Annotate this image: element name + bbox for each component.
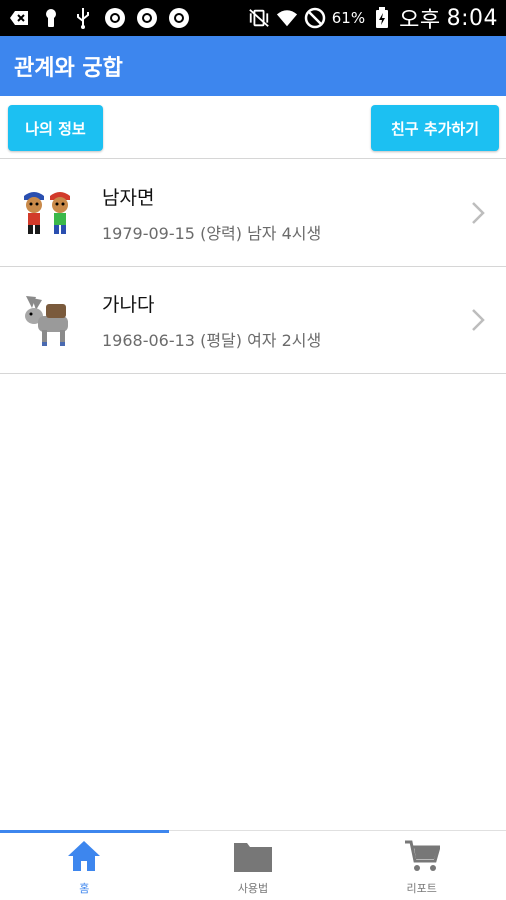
wifi-icon xyxy=(276,7,298,29)
add-friend-button[interactable]: 친구 추가하기 xyxy=(371,105,499,151)
person-info: 남자면 1979-09-15 (양력) 남자 4시생 xyxy=(102,183,321,244)
list-item[interactable]: 가나다 1968-06-13 (평달) 여자 2시생 xyxy=(0,267,506,374)
person-name: 가나다 xyxy=(102,293,155,316)
battery-charging-icon xyxy=(371,7,393,29)
chrome-icon xyxy=(104,7,126,29)
cart-icon xyxy=(402,836,442,876)
donkey-avatar xyxy=(18,290,78,350)
action-toolbar: 나의 정보 친구 추가하기 xyxy=(0,96,506,159)
page-title: 관계와 궁합 xyxy=(14,56,123,81)
tab-usage[interactable]: 사용법 xyxy=(169,831,338,900)
person-detail: 1968-06-13 (평달) 여자 2시생 xyxy=(102,330,322,350)
couple-kids-avatar xyxy=(18,183,78,243)
usb-icon xyxy=(72,7,94,29)
status-bar: 61% 오후 8:04 xyxy=(0,0,506,36)
chrome-icon xyxy=(136,7,158,29)
list-item[interactable]: 남자면 1979-09-15 (양력) 남자 4시생 xyxy=(0,160,506,267)
status-right-icons: 61% 오후 8:04 xyxy=(248,2,498,34)
my-info-button[interactable]: 나의 정보 xyxy=(8,105,103,151)
vibrate-mute-icon xyxy=(248,7,270,29)
people-list: 남자면 1979-09-15 (양력) 남자 4시생 가나다 1968-06-1… xyxy=(0,160,506,374)
person-name: 남자면 xyxy=(102,186,155,209)
back-icon xyxy=(8,7,30,29)
no-sim-icon xyxy=(304,7,326,29)
tab-report[interactable]: 리포트 xyxy=(337,831,506,900)
folder-icon xyxy=(233,836,273,876)
person-detail: 1979-09-15 (양력) 남자 4시생 xyxy=(102,223,322,243)
chevron-right-icon xyxy=(470,200,486,226)
tab-label: 리포트 xyxy=(406,882,437,895)
status-time: 8:04 xyxy=(446,5,498,31)
chevron-right-icon xyxy=(470,307,486,333)
tab-home[interactable]: 홈 xyxy=(0,830,169,900)
status-ampm: 오후 xyxy=(399,8,441,33)
person-info: 가나다 1968-06-13 (평달) 여자 2시생 xyxy=(102,290,321,351)
home-icon xyxy=(64,836,104,876)
status-left-icons xyxy=(8,7,190,29)
tab-label: 사용법 xyxy=(237,882,269,895)
keyhole-icon xyxy=(40,7,62,29)
chrome-icon xyxy=(168,7,190,29)
app-bar: 관계와 궁합 xyxy=(0,36,506,96)
bottom-tab-bar: 홈 사용법 리포트 xyxy=(0,830,506,900)
tab-label: 홈 xyxy=(79,882,90,895)
battery-percent: 61% xyxy=(331,9,366,27)
